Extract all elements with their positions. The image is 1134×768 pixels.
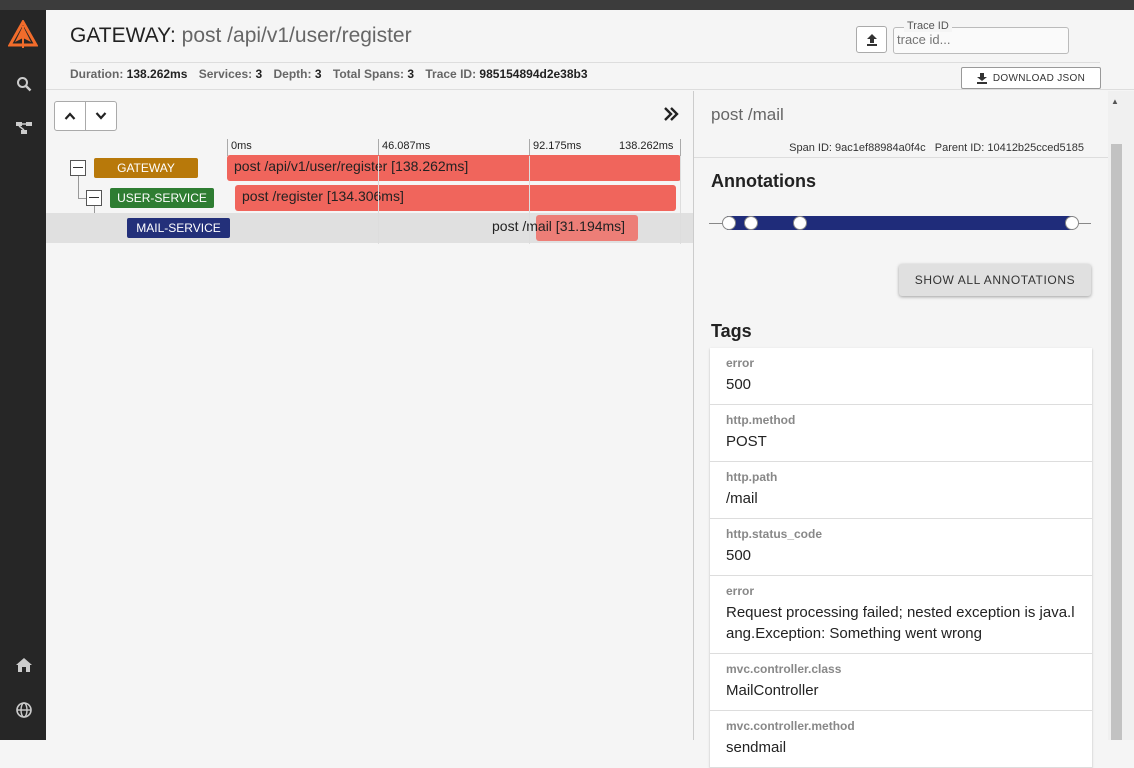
chevron-up-icon [64, 112, 76, 120]
tags-list: error 500 http.method POST http.path /ma… [710, 348, 1092, 768]
service-badge: MAIL-SERVICE [127, 218, 230, 238]
grid-line [680, 156, 681, 244]
download-json-label: DOWNLOAD JSON [992, 72, 1086, 84]
double-chevron-right-icon[interactable] [663, 107, 679, 126]
total-spans-label: Total Spans: [332, 67, 404, 81]
services-value: 3 [255, 67, 263, 81]
span-ids: Span ID: 9ac1ef88984a0f4c Parent ID: 104… [789, 142, 1084, 154]
detail-scrollbar[interactable]: ▲ [1108, 91, 1134, 740]
span-detail-title: post /mail [711, 105, 784, 124]
depth-label: Depth: [273, 67, 312, 81]
header-divider [70, 62, 1100, 63]
span-row-user-service[interactable]: USER-SERVICE post /register [134.306ms] [46, 183, 693, 213]
span-id-value: 9ac1ef88984a0f4c [835, 142, 926, 154]
span-detail-panel: post /mail Span ID: 9ac1ef88984a0f4c Par… [693, 91, 1108, 768]
total-spans-value: 3 [407, 67, 415, 81]
annotation-marker[interactable] [722, 216, 736, 230]
service-badge: USER-SERVICE [110, 188, 214, 208]
tag-key: mvc.controller.method [726, 719, 855, 733]
window-top-bar [0, 0, 1134, 10]
annotation-marker[interactable] [744, 216, 758, 230]
tag-value: MailController [726, 682, 819, 699]
dependencies-icon[interactable] [13, 117, 35, 139]
annotation-marker[interactable] [793, 216, 807, 230]
home-icon[interactable] [13, 654, 35, 676]
tag-item: http.method POST [710, 405, 1092, 462]
grid-line [378, 156, 379, 244]
trace-id-label: Trace ID: [425, 67, 477, 81]
chevron-down-icon [95, 112, 107, 120]
tag-item: error 500 [710, 348, 1092, 405]
tag-value: /mail [726, 490, 758, 507]
scroll-thumb[interactable] [1111, 144, 1122, 740]
show-all-annotations-button[interactable]: SHOW ALL ANNOTATIONS [899, 264, 1091, 296]
annotation-marker[interactable] [1065, 216, 1079, 230]
duration-value: 138.262ms [126, 67, 188, 81]
zipkin-logo-icon[interactable] [8, 20, 38, 50]
tag-value: 500 [726, 547, 752, 564]
search-icon[interactable] [13, 73, 35, 95]
service-badge: GATEWAY [94, 158, 198, 178]
span-row-mail-service[interactable]: MAIL-SERVICE post /mail [31.194ms] [46, 213, 693, 243]
annotations-heading: Annotations [711, 171, 816, 191]
span-bar-label: post /register [134.306ms] [242, 188, 404, 204]
collapse-toggle[interactable] [86, 190, 102, 206]
grid-line [529, 156, 530, 244]
tag-value: sendmail [726, 739, 787, 756]
tag-value: 500 [726, 376, 752, 393]
download-icon [976, 72, 987, 84]
tag-value: Request processing failed; nested except… [726, 604, 1075, 642]
annotation-timeline-bar [727, 216, 1073, 230]
trace-id-value: 985154894d2e38b3 [479, 67, 588, 81]
side-navigation [0, 10, 46, 740]
collapse-toggle[interactable] [70, 160, 86, 176]
detail-divider [694, 157, 1108, 158]
page-title: GATEWAY: post /api/v1/user/register [70, 24, 412, 48]
tag-key: mvc.controller.class [726, 662, 842, 676]
duration-label: Duration: [70, 67, 124, 81]
trace-id-field[interactable]: Trace ID [893, 20, 1069, 54]
depth-value: 3 [314, 67, 322, 81]
parent-id-value: 10412b25cced5185 [987, 142, 1084, 154]
root-service-name: GATEWAY [70, 24, 170, 47]
download-json-button[interactable]: DOWNLOAD JSON [961, 67, 1101, 89]
span-bar-label: post /mail [31.194ms] [492, 218, 626, 234]
trace-id-field-legend: Trace ID [904, 20, 952, 32]
trace-header: GATEWAY: post /api/v1/user/register Dura… [46, 10, 1134, 90]
tag-item: mvc.controller.class MailController [710, 654, 1092, 711]
upload-icon [866, 33, 877, 46]
upload-json-button[interactable] [856, 26, 887, 53]
tag-value: POST [726, 433, 767, 450]
root-span-name: post /api/v1/user/register [181, 24, 412, 47]
tag-key: error [726, 356, 755, 370]
title-separator: : [169, 24, 176, 47]
previous-span-button[interactable] [55, 102, 85, 130]
next-span-button[interactable] [85, 102, 116, 130]
trace-id-input[interactable] [897, 32, 1062, 47]
services-label: Services: [198, 67, 253, 81]
trace-timeline-panel: 0ms 46.087ms 92.175ms 138.262ms GATEWAY … [46, 91, 693, 740]
tag-key: http.status_code [726, 527, 823, 541]
span-navigation [54, 101, 117, 131]
scroll-up-arrow-icon[interactable]: ▲ [1111, 97, 1119, 106]
tag-key: http.path [726, 470, 778, 484]
span-id-label: Span ID: [789, 142, 832, 154]
tags-heading: Tags [711, 321, 752, 341]
globe-icon[interactable] [13, 699, 35, 721]
tag-item: http.status_code 500 [710, 519, 1092, 576]
tag-item: error Request processing failed; nested … [710, 576, 1092, 654]
span-row-gateway[interactable]: GATEWAY post /api/v1/user/register [138.… [46, 153, 693, 183]
trace-summary: Duration: 138.262ms Services: 3 Depth: 3… [70, 67, 596, 81]
span-bar-label: post /api/v1/user/register [138.262ms] [234, 158, 469, 174]
tag-key: http.method [726, 413, 796, 427]
tag-key: error [726, 584, 755, 598]
tag-item: http.path /mail [710, 462, 1092, 519]
parent-id-label: Parent ID: [934, 142, 985, 154]
